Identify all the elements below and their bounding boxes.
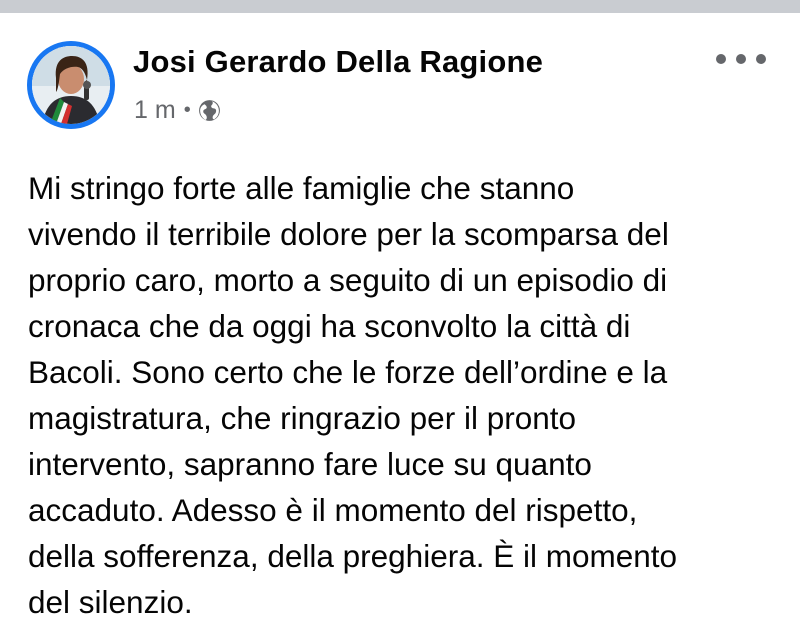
more-horizontal-icon: [756, 54, 766, 64]
post-text-line: della sofferenza, della preghiera. È il …: [28, 538, 678, 574]
avatar[interactable]: [27, 41, 115, 129]
post-text-line: cronaca che da oggi ha sconvolto la citt…: [28, 308, 631, 344]
author-name[interactable]: Josi Gerardo Della Ragione: [133, 44, 543, 80]
more-horizontal-icon: [716, 54, 726, 64]
globe-icon[interactable]: [197, 98, 222, 123]
more-horizontal-icon: [736, 54, 746, 64]
post-text-line: vivendo il terribile dolore per la scomp…: [28, 216, 669, 252]
post-body: Mi stringo forte alle famiglie che stann…: [28, 165, 768, 625]
post-text-line: intervento, sapranno fare luce su quanto: [28, 446, 592, 482]
top-divider: [0, 0, 800, 13]
post-text-line: magistratura, che ringrazio per il pront…: [28, 400, 577, 436]
post-text-line: Mi stringo forte alle famiglie che stann…: [28, 170, 575, 206]
post-text-line: proprio caro, morto a seguito di un epis…: [28, 262, 668, 298]
meta-separator: •: [183, 98, 191, 121]
post-text-line: Bacoli. Sono certo che le forze dell’ord…: [28, 354, 668, 390]
post-card: Josi Gerardo Della Ragione 1 m • Mi stri…: [0, 13, 800, 635]
post-text-line: del silenzio.: [28, 584, 193, 620]
avatar-photo: [32, 46, 110, 124]
post-text-line: accaduto. Adesso è il momento del rispet…: [28, 492, 638, 528]
more-options-button[interactable]: [716, 48, 766, 70]
post-timestamp[interactable]: 1 m: [134, 96, 176, 125]
post-meta: 1 m •: [134, 95, 222, 125]
